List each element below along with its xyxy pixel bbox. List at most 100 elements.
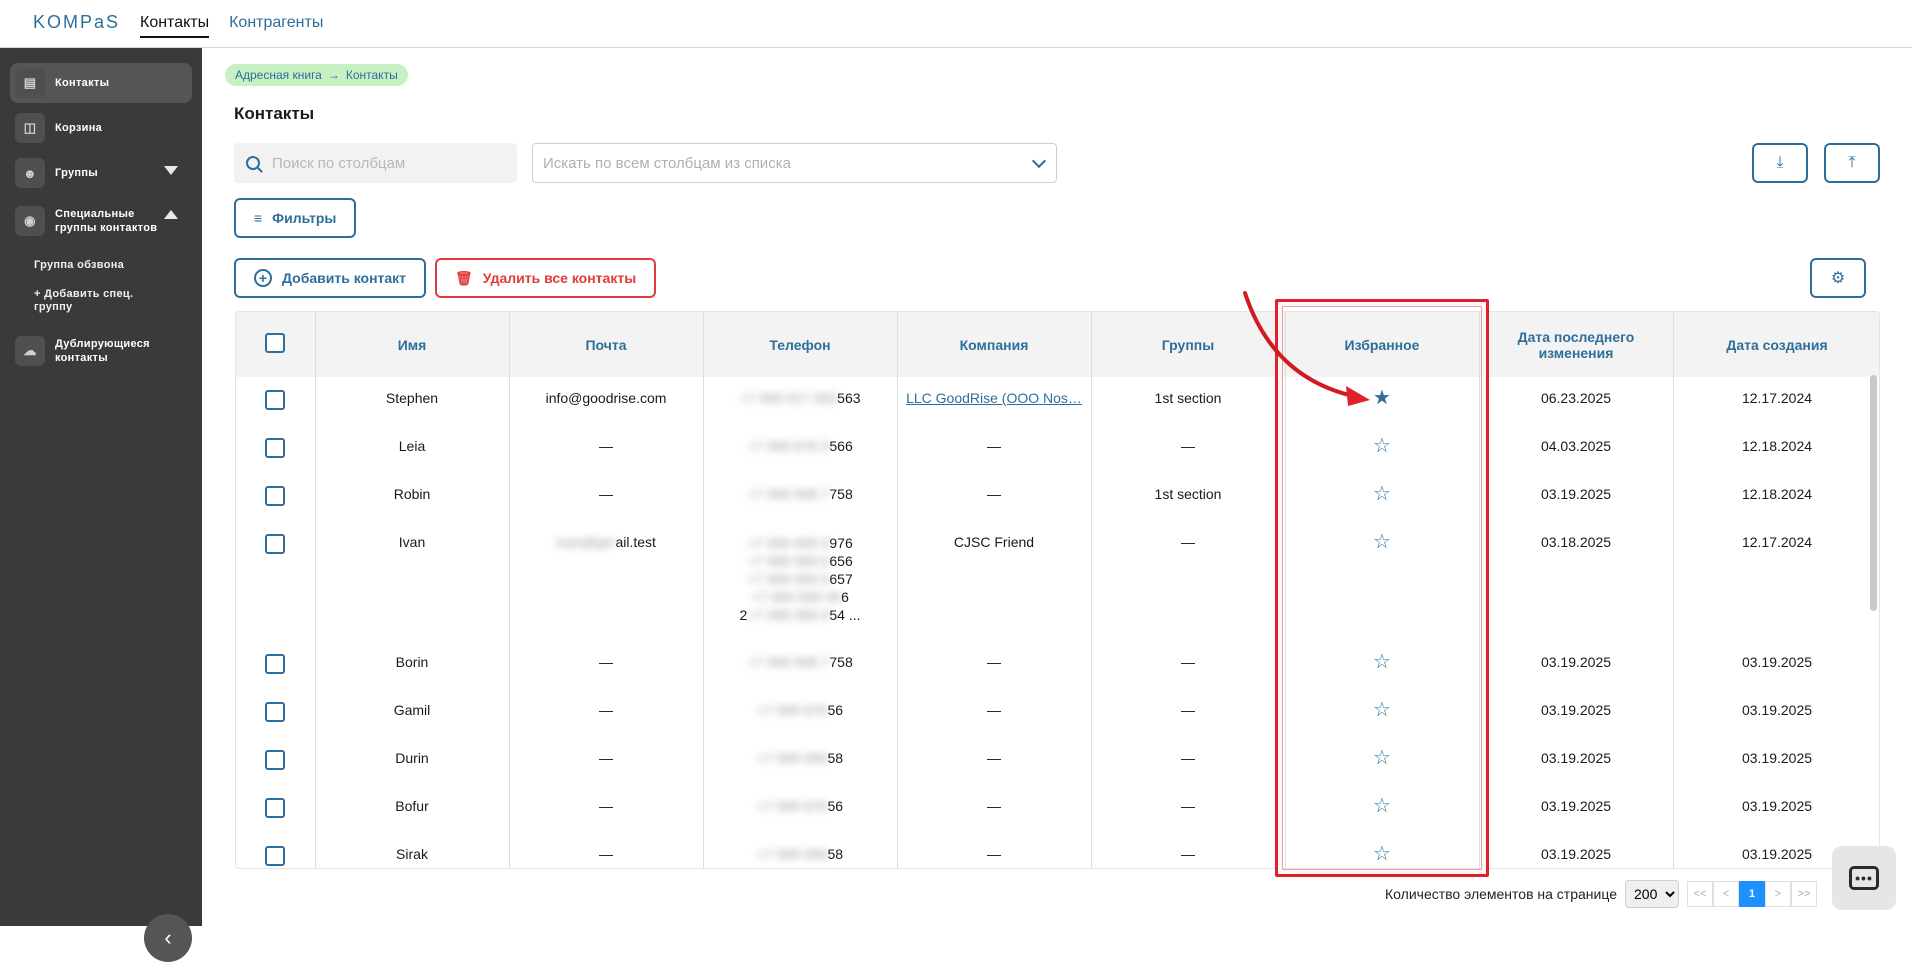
phone-visible: 566 [829,438,853,454]
column-header-company[interactable]: Компания [897,312,1092,377]
star-outline-icon[interactable]: ☆ [1373,747,1391,769]
phone-visible: 656 [829,553,853,569]
sidebar-item-special-groups[interactable]: ◉ Специальные группы контактов [10,198,192,244]
cell-email: — [509,833,704,868]
phone-masked: +7 999 999 7 [747,654,830,670]
table-row[interactable]: Borin — +7 999 999 7758 — — ☆ 03.19.2025… [236,641,1879,689]
chat-button[interactable]: ••• [1832,846,1896,910]
row-checkbox[interactable] [265,486,286,506]
table-header-row: Имя Почта Телефон Компания Группы Избран… [236,312,1879,377]
nav-counterparties[interactable]: Контрагенты [229,14,323,38]
row-checkbox[interactable] [265,390,286,410]
select-all-checkbox[interactable] [265,333,286,353]
sidebar-item-duplicates[interactable]: ☁ Дублирующиеся контакты [10,328,192,374]
download-button[interactable]: ⤓ [1752,143,1808,183]
page-size-select[interactable]: 200 [1625,880,1679,908]
plus-circle-icon: + [254,269,272,287]
table-row[interactable]: Durin — +7 999 99958 — — ☆ 03.19.2025 03… [236,737,1879,785]
contacts-icon: ▤ [15,68,45,98]
cloud-icon: ☁ [15,336,45,366]
star-outline-icon[interactable]: ☆ [1373,651,1391,673]
column-header-name[interactable]: Имя [315,312,510,377]
cell-name: Sirak [315,833,510,868]
column-header-groups[interactable]: Группы [1091,312,1286,377]
table-row[interactable]: Stephen info@goodrise.com +7 999 917 563… [236,377,1879,425]
delete-all-contacts-button[interactable]: 🗑 Удалить все контакты [435,258,657,298]
cell-groups: 1st section [1091,377,1286,425]
column-header-favorite[interactable]: Избранное [1285,312,1480,377]
breadcrumb: Адресная книга → Контакты [225,64,408,86]
search-input[interactable] [272,154,512,172]
cell-email: — [509,737,704,785]
phone-visible: 563 [837,390,861,406]
row-checkbox[interactable] [265,654,286,674]
sidebar-item-basket[interactable]: ◫ Корзина [10,108,192,148]
table-settings-button[interactable]: ⚙ [1810,258,1866,298]
collapse-sidebar-button[interactable]: ‹ [144,914,192,962]
select-all-cell [236,312,316,377]
sidebar-item-label: Контакты [55,77,110,89]
upload-button[interactable]: ⤒ [1824,143,1880,183]
column-header-created[interactable]: Дата создания [1673,312,1879,377]
current-page-button[interactable]: 1 [1739,881,1765,907]
row-checkbox[interactable] [265,750,286,770]
column-header-phone[interactable]: Телефон [703,312,898,377]
row-checkbox[interactable] [265,846,286,866]
star-filled-icon[interactable]: ★ [1373,387,1391,409]
cell-phone: +7 999 999 9976 +7 999 999 6656 +7 999 9… [703,521,898,641]
column-header-email[interactable]: Почта [509,312,704,377]
table-row[interactable]: Leia — +7 999 876 5566 — — ☆ 04.03.2025 … [236,425,1879,473]
cell-modified: 06.23.2025 [1479,377,1674,425]
upload-icon: ⤒ [1848,154,1856,171]
nav-contacts[interactable]: Контакты [140,14,210,38]
filters-button[interactable]: ≡ Фильтры [234,198,357,238]
table-row[interactable]: Bofur — +7 999 87656 — — ☆ 03.19.2025 03… [236,785,1879,833]
prev-page-button[interactable]: < [1713,881,1739,907]
star-outline-icon[interactable]: ☆ [1373,483,1391,505]
cell-phone: +7 999 876 5566 [703,425,898,473]
contacts-table: Имя Почта Телефон Компания Группы Избран… [235,311,1880,869]
star-outline-icon[interactable]: ☆ [1373,795,1391,817]
cell-created: 03.19.2025 [1673,785,1879,833]
first-page-button[interactable]: << [1687,881,1713,907]
sidebar-item-label: Специальные группы контактов [55,208,158,234]
phone-masked: +7 999 876 5 [747,438,830,454]
table-row[interactable]: Gamil — +7 999 87656 — — ☆ 03.19.2025 03… [236,689,1879,737]
sidebar-item-contacts[interactable]: ▤ Контакты [10,63,192,103]
row-checkbox[interactable] [265,702,286,722]
sidebar: ▤ Контакты ◫ Корзина ☻ Группы ◉ Специаль… [0,48,202,962]
company-link[interactable]: LLC GoodRise (OOO Nos… [906,390,1082,406]
app-logo[interactable]: KOMPaS [33,12,120,33]
star-outline-icon[interactable]: ☆ [1373,531,1391,553]
table-row[interactable]: Robin — +7 999 999 7758 — 1st section ☆ … [236,473,1879,521]
phone-masked: +7 999 999 9 [747,607,830,623]
breadcrumb-root[interactable]: Адресная книга [235,68,322,82]
next-page-button[interactable]: > [1765,881,1791,907]
sidebar-item-label: Дублирующиеся контакты [55,338,150,364]
last-page-button[interactable]: >> [1791,881,1817,907]
row-checkbox[interactable] [265,798,286,818]
phone-line: +7 999 999 6656 [704,552,897,570]
star-outline-icon[interactable]: ☆ [1373,699,1391,721]
users-icon: ☻ [15,158,45,188]
sidebar-sub-call-group[interactable]: Группа обзвона [34,259,124,271]
star-outline-icon[interactable]: ☆ [1373,435,1391,457]
chevron-up-icon[interactable] [164,210,178,219]
sidebar-sub-add-special[interactable]: + Добавить спец. группу [34,288,144,314]
cell-email: info@goodrise.com [509,377,704,425]
cell-company: — [897,737,1092,785]
chevron-down-icon[interactable] [164,166,178,175]
table-row[interactable]: Ivan ivan@gmail.test +7 999 999 9976 +7 … [236,521,1879,641]
cell-company: CJSC Friend [897,521,1092,641]
table-scrollbar[interactable] [1870,375,1877,611]
sidebar-item-groups[interactable]: ☻ Группы [10,153,192,193]
column-select[interactable]: Искать по всем столбцам из списка [532,143,1057,183]
star-outline-icon[interactable]: ☆ [1373,843,1391,865]
row-checkbox[interactable] [265,438,286,458]
add-contact-button[interactable]: + Добавить контакт [234,258,427,298]
table-row[interactable]: Sirak — +7 999 99958 — — ☆ 03.19.2025 03… [236,833,1879,868]
cell-favorite: ☆ [1285,785,1480,833]
column-header-modified[interactable]: Дата последнего изменения [1479,312,1674,377]
row-checkbox[interactable] [265,534,286,554]
phone-visible: 56 [827,798,844,814]
